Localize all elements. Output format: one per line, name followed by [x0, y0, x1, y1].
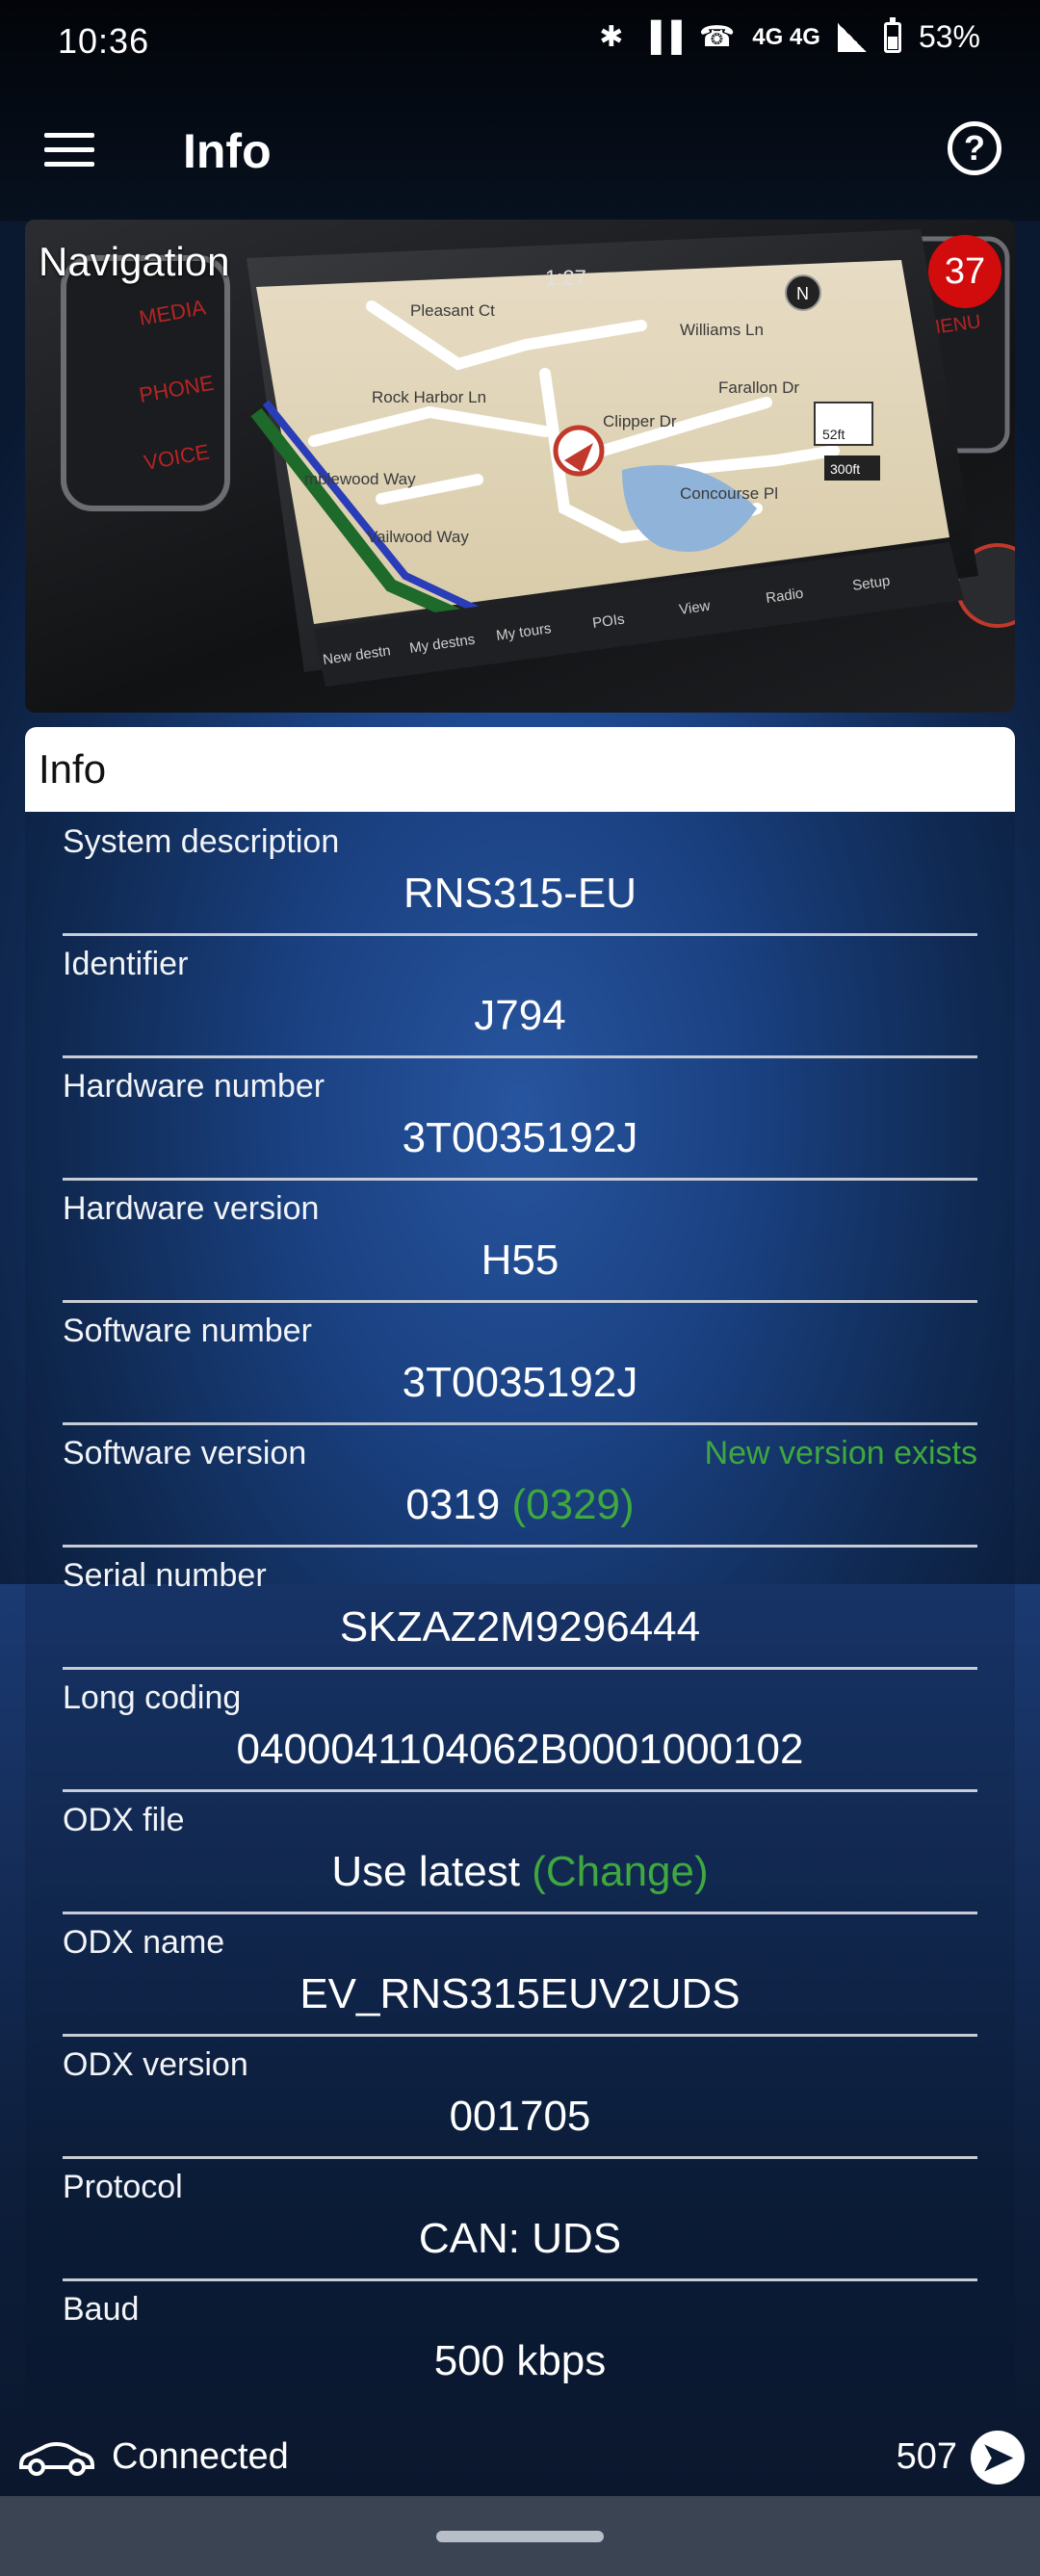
map-street-label: Concourse Pl [680, 484, 778, 503]
map-street-label: Farallon Dr [718, 378, 799, 397]
call-icon: ☎ [698, 21, 736, 53]
menu-icon[interactable] [44, 133, 94, 168]
row-value: 500 kbps [433, 2337, 607, 2384]
app-bar: Info ? [0, 96, 1040, 202]
map-street-label: Williams Ln [680, 321, 764, 339]
info-row-system-description: System description RNS315-EU [63, 814, 977, 936]
status-bar: 10:36 ✱ ▐▐ ☎ 4G 4G 53% [0, 0, 1040, 81]
info-card-header: Info [25, 727, 1015, 812]
info-row-odx-file[interactable]: ODX file Use latest (Change) [63, 1792, 977, 1914]
info-card-title: Info [39, 746, 107, 792]
row-value: CAN: UDS [418, 2215, 622, 2262]
svg-text:N: N [796, 284, 809, 303]
signal-icon [837, 22, 867, 52]
connection-status: Connected [112, 2436, 289, 2477]
info-row-odx-version: ODX version 001705 [63, 2037, 977, 2159]
row-label: Baud [63, 2291, 140, 2328]
battery-percent: 53% [918, 19, 980, 54]
head-unit-clock: 1:27 [545, 266, 586, 290]
row-label: Protocol [63, 2169, 183, 2205]
request-counter: 507 [896, 2436, 957, 2477]
change-odx-link[interactable]: (Change) [532, 1848, 708, 1895]
refresh-arrow-icon[interactable]: ➤ [971, 2431, 1025, 2485]
row-value: 3T0035192J [402, 1359, 638, 1406]
row-label: ODX name [63, 1924, 225, 1961]
row-label: ODX file [63, 1802, 185, 1838]
row-value: Use latest (Change) [331, 1848, 709, 1895]
battery-icon [883, 16, 901, 53]
status-icons: ✱ ▐▐ ☎ 4G 4G 53% [599, 16, 980, 55]
new-version-note[interactable]: New version exists [705, 1435, 977, 1472]
row-value: H55 [481, 1236, 559, 1284]
bluetooth-icon: ✱ [599, 21, 624, 53]
row-value: 0400041104062B0001000102 [236, 1726, 804, 1773]
map-scale-label: 52ft [822, 427, 845, 442]
module-name: Navigation [39, 239, 230, 284]
row-value: 001705 [449, 2093, 591, 2140]
module-image-card[interactable]: MEDIA PHONE VOICE MENU Pleasant Ct Willi… [25, 220, 1015, 713]
info-row-odx-name: ODX name EV_RNS315EUV2UDS [63, 1914, 977, 2037]
latest-version-value: (0329) [511, 1481, 635, 1528]
vibrate-icon: ▐▐ [640, 20, 682, 53]
map-scale-label: 300ft [830, 461, 860, 477]
car-icon [19, 2442, 94, 2476]
fault-count-badge[interactable]: 37 [928, 235, 1001, 308]
row-value: J794 [474, 992, 566, 1039]
map-street-label: Rock Harbor Ln [372, 388, 486, 406]
map-street-label: Clipper Dr [603, 412, 677, 430]
info-row-long-coding[interactable]: Long coding 0400041104062B0001000102 [63, 1670, 977, 1792]
row-label: Software version [63, 1435, 307, 1471]
info-row-software-version[interactable]: Software version New version exists 0319… [63, 1425, 977, 1548]
page-title: Info [183, 124, 272, 178]
row-label: Identifier [63, 946, 189, 982]
row-value: 3T0035192J [402, 1114, 638, 1161]
row-label: Long coding [63, 1679, 242, 1716]
row-value: RNS315-EU [403, 870, 637, 917]
info-row-software-number: Software number 3T0035192J [63, 1303, 977, 1425]
help-icon[interactable]: ? [948, 121, 1001, 175]
info-row-protocol: Protocol CAN: UDS [63, 2159, 977, 2281]
row-label: Software number [63, 1313, 312, 1349]
home-gesture-handle[interactable] [436, 2531, 604, 2542]
info-row-serial-number: Serial number SKZAZ2M9296444 [63, 1548, 977, 1670]
info-row-hardware-version: Hardware version H55 [63, 1181, 977, 1303]
row-label: Hardware version [63, 1190, 320, 1227]
head-unit-image: MEDIA PHONE VOICE MENU Pleasant Ct Willi… [61, 229, 1015, 687]
network-type-label: 4G 4G [752, 23, 820, 50]
connection-bar: Connected 507 ➤ [0, 2417, 1040, 2496]
map-street-label: mblewood Way [304, 470, 416, 488]
row-label: Serial number [63, 1557, 267, 1594]
map-street-label: Pleasant Ct [410, 301, 495, 320]
info-row-baud: Baud 500 kbps [63, 2281, 977, 2404]
row-value: 0319 (0329) [405, 1481, 635, 1528]
row-label: Hardware number [63, 1068, 325, 1105]
system-nav-bar [0, 2496, 1040, 2576]
row-value: SKZAZ2M9296444 [339, 1603, 701, 1651]
map-street-label: Vailwood Way [367, 528, 469, 546]
info-row-hardware-number: Hardware number 3T0035192J [63, 1058, 977, 1181]
status-time: 10:36 [58, 21, 150, 61]
row-label: ODX version [63, 2046, 248, 2083]
info-row-identifier: Identifier J794 [63, 936, 977, 1058]
row-value: EV_RNS315EUV2UDS [299, 1970, 741, 2017]
row-label: System description [63, 823, 340, 860]
